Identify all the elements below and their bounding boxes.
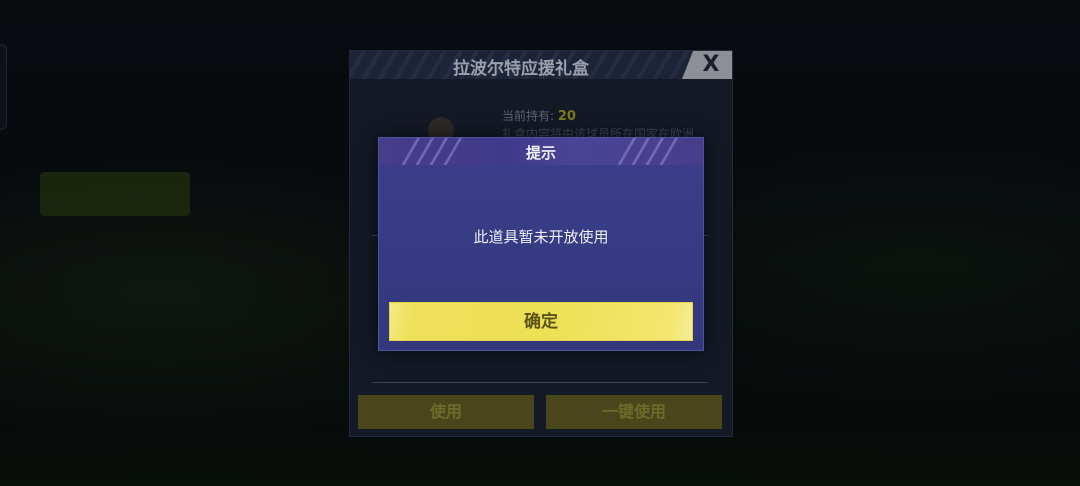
divider: [372, 382, 708, 383]
dialog-title: 提示: [525, 144, 556, 162]
dialog-header: 提示: [379, 138, 703, 165]
use-all-button[interactable]: 一键使用: [546, 395, 722, 429]
panel-header: 拉波尔特应援礼盒 X: [350, 51, 732, 79]
use-button[interactable]: 使用: [358, 395, 534, 429]
dialog-message: 此道具暂未开放使用: [473, 228, 609, 246]
confirm-button[interactable]: 确定: [389, 302, 693, 341]
holding-count: 当前持有: 20: [502, 107, 576, 124]
holding-value: 20: [557, 109, 576, 124]
notice-dialog: 提示 此道具暂未开放使用 确定: [378, 137, 704, 351]
holding-label: 当前持有:: [502, 109, 555, 123]
panel-title: 拉波尔特应援礼盒: [453, 59, 589, 79]
